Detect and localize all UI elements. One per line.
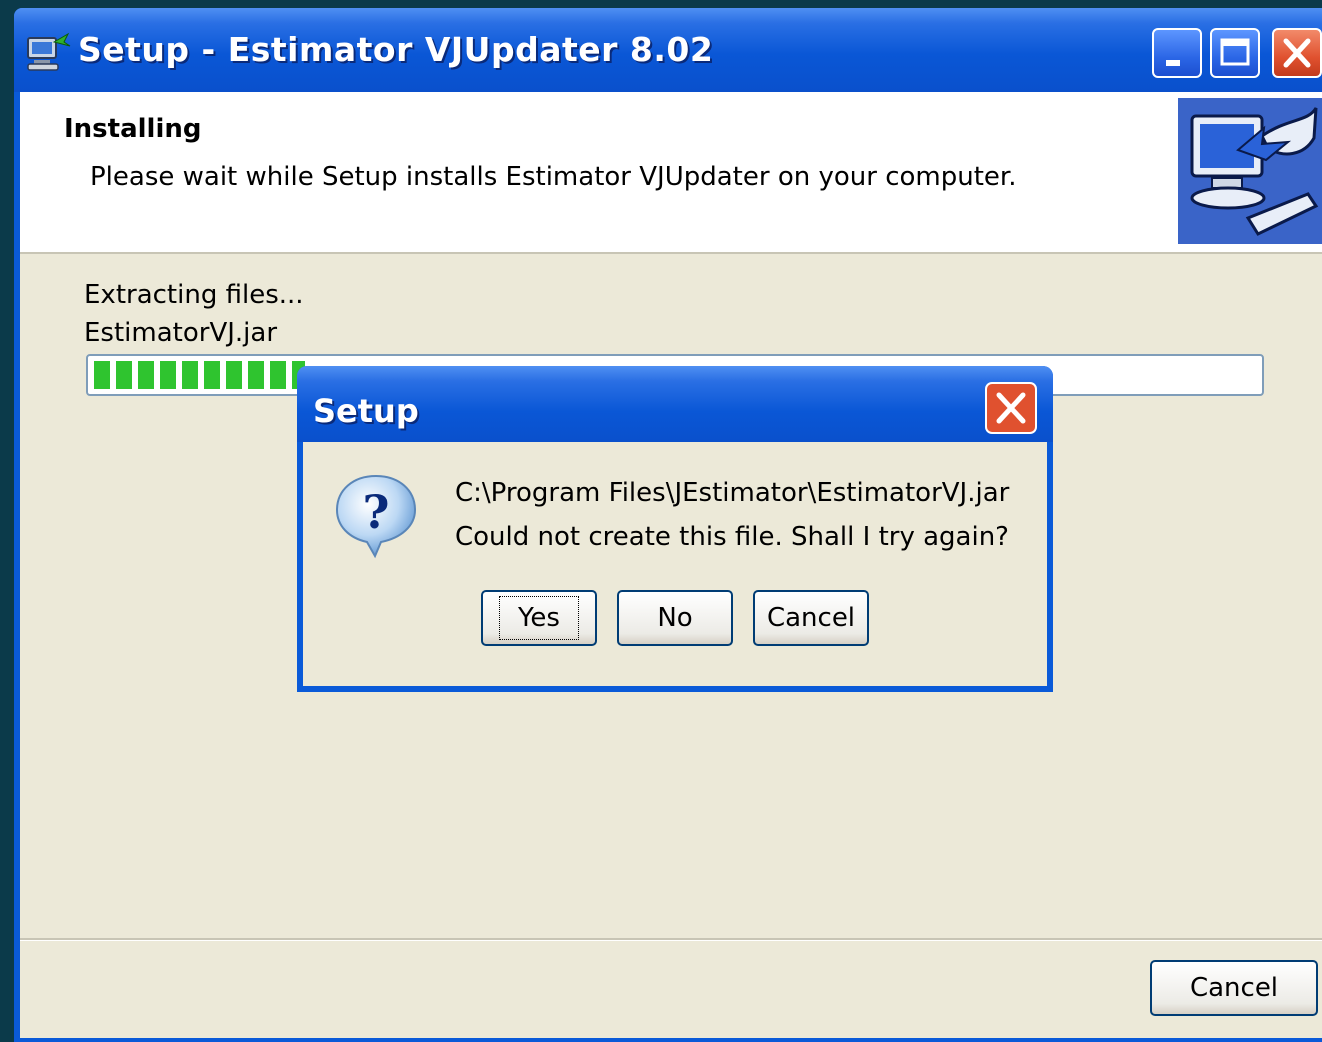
cancel-button[interactable]: Cancel	[1150, 960, 1318, 1016]
question-icon: ?	[335, 474, 417, 559]
close-button[interactable]	[1272, 28, 1322, 78]
yes-button-label: Yes	[499, 596, 579, 640]
page-title: Installing	[64, 114, 202, 144]
maximize-icon	[1220, 38, 1250, 66]
dialog-title: Setup	[313, 392, 419, 430]
dialog-close-button[interactable]	[985, 382, 1037, 434]
error-dialog: Setup ? C:\Program Files\JEstimator\Esti…	[297, 366, 1053, 692]
yes-button[interactable]: Yes	[481, 590, 597, 646]
minimize-icon	[1166, 60, 1180, 66]
dialog-message: Could not create this file. Shall I try …	[455, 522, 1009, 552]
window-title: Setup - Estimator VJUpdater 8.02	[78, 30, 714, 69]
current-file-text: EstimatorVJ.jar	[84, 318, 278, 348]
footer-divider	[20, 938, 1322, 941]
maximize-button[interactable]	[1210, 28, 1260, 78]
status-text: Extracting files...	[84, 280, 304, 310]
no-button[interactable]: No	[617, 590, 733, 646]
title-bar[interactable]: Setup - Estimator VJUpdater 8.02	[14, 8, 1322, 92]
dialog-body: ? C:\Program Files\JEstimator\EstimatorV…	[303, 442, 1047, 686]
computer-install-graphic	[1178, 98, 1322, 244]
dialog-file-path: C:\Program Files\JEstimator\EstimatorVJ.…	[455, 478, 1010, 508]
dialog-title-bar[interactable]: Setup	[297, 366, 1053, 442]
wizard-header: Installing Please wait while Setup insta…	[20, 92, 1322, 254]
progress-fill	[94, 361, 306, 389]
svg-text:?: ?	[363, 485, 390, 539]
close-icon	[1283, 38, 1311, 68]
page-subtitle: Please wait while Setup installs Estimat…	[90, 162, 1017, 192]
computer-install-icon	[27, 32, 71, 71]
dialog-cancel-button[interactable]: Cancel	[753, 590, 869, 646]
minimize-button[interactable]	[1152, 28, 1202, 78]
